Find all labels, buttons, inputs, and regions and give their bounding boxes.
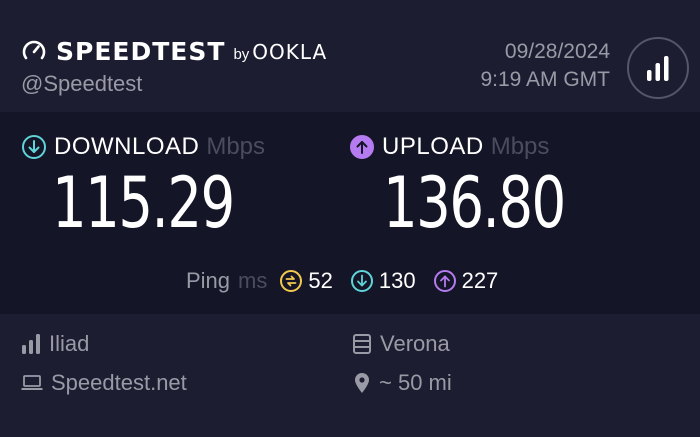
result-date: 09/28/2024 [504, 40, 610, 63]
header: SPEEDTEST by OOKLA @Speedtest 09/28/2024… [0, 0, 700, 112]
connection-info: Iliad Verona Speedtest.net ~ 50 mi [0, 314, 700, 437]
download-unit: Mbps [206, 133, 266, 160]
isp-name: Iliad [49, 331, 90, 356]
arrow-down-circle-icon [350, 270, 373, 292]
results-button[interactable] [627, 37, 689, 99]
ping-row: Ping ms 52 130 227 [186, 267, 498, 295]
ping-upload: 227 [433, 268, 499, 294]
results-bars-icon [647, 56, 669, 81]
ping-download-value: 130 [378, 268, 416, 293]
results-panel: DOWNLOAD Mbps 115.29 UPLOAD Mbps 136.80 … [0, 112, 700, 314]
ping-download: 130 [350, 268, 416, 294]
server-name: Verona [380, 331, 450, 356]
location-pin-icon [355, 373, 369, 393]
upload-header: UPLOAD Mbps [349, 133, 550, 160]
ping-idle: 52 [279, 268, 333, 294]
brand-by: by [233, 45, 250, 63]
download-value: 115.29 [52, 162, 235, 244]
ping-label: Ping [186, 268, 231, 293]
ping-unit: ms [238, 268, 268, 293]
signal-bars-icon [22, 334, 40, 354]
isp-info: Iliad [21, 330, 89, 358]
host-info: Speedtest.net [21, 369, 187, 397]
distance-info: ~ 50 mi [353, 369, 452, 397]
host-name: Speedtest.net [51, 370, 187, 395]
download-label: DOWNLOAD [54, 133, 200, 160]
brand-ookla: OOKLA [252, 40, 328, 64]
arrow-up-circle-icon [350, 135, 374, 159]
brand-name: SPEEDTEST [56, 36, 226, 66]
ping-upload-value: 227 [461, 268, 499, 293]
upload-unit: Mbps [490, 133, 550, 160]
upload-value: 136.80 [383, 162, 566, 244]
arrow-down-circle-icon [22, 135, 46, 159]
speedtest-logo: SPEEDTEST by OOKLA [21, 36, 327, 66]
idle-latency-icon [280, 270, 303, 292]
gauge-icon [22, 40, 46, 60]
download-header: DOWNLOAD Mbps [21, 133, 266, 160]
result-time: 9:19 AM GMT [480, 68, 610, 91]
arrow-up-circle-icon [433, 270, 456, 292]
ping-idle-value: 52 [308, 268, 333, 293]
server-icon [353, 334, 371, 354]
server-info: Verona [352, 330, 450, 358]
upload-label: UPLOAD [382, 133, 484, 160]
laptop-icon [21, 375, 43, 390]
distance-value: ~ 50 mi [379, 370, 452, 395]
handle: @Speedtest [21, 71, 143, 96]
